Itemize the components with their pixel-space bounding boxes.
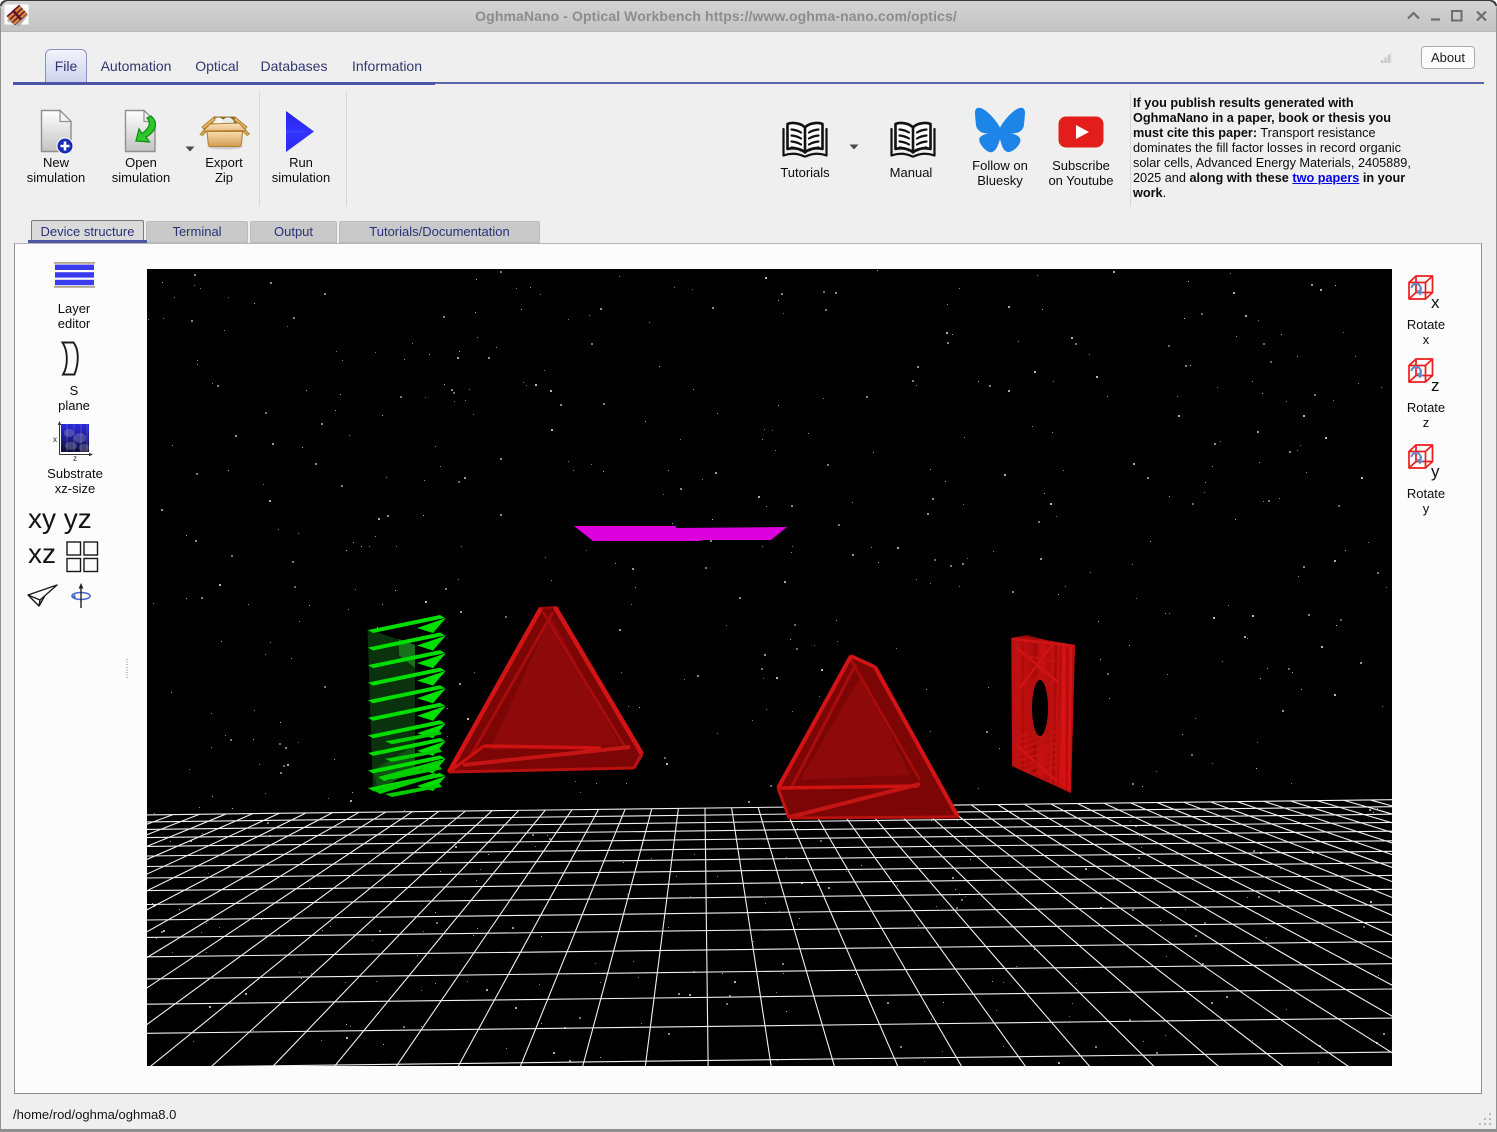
- svg-text:x: x: [53, 435, 57, 444]
- svg-text:z: z: [73, 454, 77, 461]
